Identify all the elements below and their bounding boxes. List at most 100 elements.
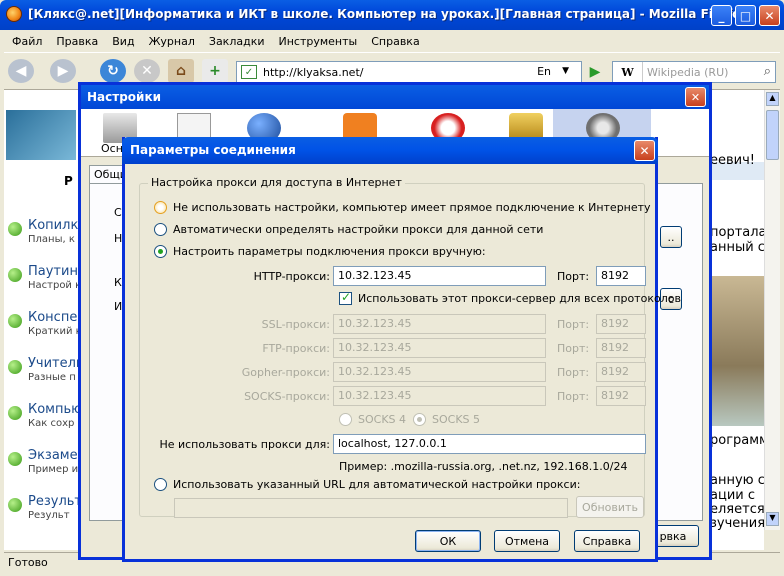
sidebar-item-title[interactable]: Паутинн xyxy=(28,264,80,279)
same-proxy-label[interactable]: Использовать этот прокси-сервер для всех… xyxy=(358,292,681,305)
radio-pac-url-label[interactable]: Использовать указанный URL для автоматич… xyxy=(173,478,580,491)
sidebar-item-sub: Как сохр информа xyxy=(28,418,80,429)
window-title: [Клякс@.net][Информатика и ИКТ в школе. … xyxy=(28,7,749,21)
ftp-port-input[interactable]: 8192 xyxy=(596,338,646,358)
radio-auto-detect[interactable]: Автоматически определять настройки прокс… xyxy=(154,223,543,236)
settings-title: Настройки xyxy=(81,85,709,109)
socks5-label[interactable]: SOCKS 5 xyxy=(432,413,480,426)
socks-proxy-label: SOCKS-прокси: xyxy=(244,390,330,403)
url-bar[interactable]: ✓ http://klyaksa.net/ En ▼ xyxy=(236,61,582,83)
gopher-port-input[interactable]: 8192 xyxy=(596,362,646,382)
radio-manual-proxy[interactable]: Настроить параметры подключения прокси в… xyxy=(154,245,486,258)
ftp-port-label: Порт: xyxy=(557,342,590,355)
menu-file[interactable]: Файл xyxy=(12,35,42,48)
menu-tools[interactable]: Инструменты xyxy=(279,35,358,48)
settings-close-button[interactable]: ✕ xyxy=(685,87,706,107)
search-engine-icon[interactable]: W xyxy=(613,62,643,82)
language-indicator[interactable]: En xyxy=(537,65,551,78)
help-button[interactable]: Справка xyxy=(574,530,640,552)
sidebar-item-title[interactable]: Компью xyxy=(28,402,80,417)
sidebar-item[interactable]: Результ голосов Результ xyxy=(4,492,80,538)
search-input[interactable]: Wikipedia (RU) xyxy=(643,66,728,79)
socks4-label[interactable]: SOCKS 4 xyxy=(358,413,406,426)
gopher-proxy-input[interactable]: 10.32.123.45 xyxy=(333,362,546,382)
sidebar-item[interactable]: Компью Как сохр информа xyxy=(4,400,80,446)
radio-button[interactable] xyxy=(154,201,167,214)
url-text: http://klyaksa.net/ xyxy=(263,65,364,79)
same-proxy-checkbox-row[interactable]: ✓ Использовать этот прокси-сервер для вс… xyxy=(339,290,681,305)
settings-fragment-button[interactable]: .. xyxy=(660,226,682,248)
page-scrollbar[interactable]: ▲ ▼ xyxy=(764,90,780,530)
new-tab-icon[interactable]: + xyxy=(202,59,228,83)
same-proxy-checkbox[interactable]: ✓ xyxy=(339,290,352,305)
http-proxy-input[interactable]: 10.32.123.45 xyxy=(333,266,546,286)
radio-button[interactable] xyxy=(154,245,167,258)
ssl-port-input[interactable]: 8192 xyxy=(596,314,646,334)
radio-button[interactable] xyxy=(339,413,352,426)
sidebar-item-title[interactable]: Конспек xyxy=(28,310,80,325)
sidebar-item-title[interactable]: Результ голосов xyxy=(28,494,80,509)
search-icon[interactable]: ⌕ xyxy=(764,64,771,79)
cancel-button[interactable]: Отмена xyxy=(494,530,560,552)
status-text: Готово xyxy=(8,556,48,569)
minimize-button[interactable]: _ xyxy=(711,5,732,26)
menu-bookmarks[interactable]: Закладки xyxy=(209,35,265,48)
home-icon[interactable]: ⌂ xyxy=(168,59,194,83)
sidebar-item[interactable]: Паутинн Настрой компьюте xyxy=(4,262,80,308)
http-port-label: Порт: xyxy=(557,270,590,283)
http-proxy-label: HTTP-прокси: xyxy=(253,270,330,283)
radio-no-proxy-label[interactable]: Не использовать настройки, компьютер име… xyxy=(173,201,651,214)
close-button[interactable]: ✕ xyxy=(759,5,780,26)
page-text-fragment: ации с xyxy=(710,488,755,503)
radio-button[interactable] xyxy=(154,223,167,236)
ftp-proxy-label: FTP-прокси: xyxy=(262,342,330,355)
back-icon[interactable]: ◀ xyxy=(8,59,34,83)
search-box[interactable]: W Wikipedia (RU) ⌕ xyxy=(612,61,776,83)
sidebar-item-title[interactable]: Учителн xyxy=(28,356,80,371)
forward-icon[interactable]: ▶ xyxy=(50,59,76,83)
socks-port-input[interactable]: 8192 xyxy=(596,386,646,406)
ssl-proxy-input[interactable]: 10.32.123.45 xyxy=(333,314,546,334)
radio-no-proxy[interactable]: Не использовать настройки, компьютер име… xyxy=(154,201,651,214)
scroll-down-icon[interactable]: ▼ xyxy=(766,512,779,526)
maximize-button[interactable]: □ xyxy=(735,5,756,26)
sidebar-item[interactable]: Конспек Краткий который xyxy=(4,308,80,354)
go-icon[interactable]: ▶ xyxy=(586,63,604,81)
menu-view[interactable]: Вид xyxy=(112,35,134,48)
bullet-icon xyxy=(8,314,22,328)
radio-button[interactable] xyxy=(413,413,426,426)
menu-edit[interactable]: Правка xyxy=(56,35,98,48)
connection-settings-dialog: Параметры соединения ✕ Настройка прокси … xyxy=(122,137,681,562)
scroll-up-icon[interactable]: ▲ xyxy=(766,92,779,106)
radio-socks4[interactable]: SOCKS 4 xyxy=(339,413,406,426)
radio-pac-url[interactable]: Использовать указанный URL для автоматич… xyxy=(154,478,580,491)
socks-proxy-input[interactable]: 10.32.123.45 xyxy=(333,386,546,406)
sidebar-item-title[interactable]: Экзамен xyxy=(28,448,80,463)
no-proxy-input[interactable]: localhost, 127.0.0.1 xyxy=(333,434,646,454)
bullet-icon xyxy=(8,360,22,374)
reload-pac-button[interactable]: Обновить xyxy=(576,496,644,518)
radio-socks5[interactable]: SOCKS 5 xyxy=(413,413,480,426)
stop-icon[interactable]: ✕ xyxy=(134,59,160,83)
connection-close-button[interactable]: ✕ xyxy=(634,140,655,161)
scroll-thumb[interactable] xyxy=(766,110,779,160)
radio-manual-proxy-label[interactable]: Настроить параметры подключения прокси в… xyxy=(173,245,486,258)
radio-button[interactable] xyxy=(154,478,167,491)
page-text-fragment: еевич! xyxy=(710,153,755,168)
reload-icon[interactable]: ↻ xyxy=(100,59,126,83)
ftp-proxy-input[interactable]: 10.32.123.45 xyxy=(333,338,546,358)
http-port-input[interactable]: 8192 xyxy=(596,266,646,286)
bullet-icon xyxy=(8,406,22,420)
sidebar-item-title[interactable]: Копилка xyxy=(28,218,80,233)
bullet-icon xyxy=(8,452,22,466)
sidebar-item[interactable]: Учителн Разные п инструкц xyxy=(4,354,80,400)
url-dropdown-icon[interactable]: ▼ xyxy=(562,66,569,76)
menu-history[interactable]: Журнал xyxy=(149,35,195,48)
ok-button[interactable]: ОК xyxy=(415,530,481,552)
menu-help[interactable]: Справка xyxy=(371,35,419,48)
pac-url-input[interactable] xyxy=(174,498,568,518)
firefox-app-icon xyxy=(6,6,22,22)
radio-auto-detect-label[interactable]: Автоматически определять настройки прокс… xyxy=(173,223,543,236)
sidebar-item[interactable]: Копилка Планы, к методиче материал xyxy=(4,216,80,262)
sidebar-item[interactable]: Экзамен Пример и ответы xyxy=(4,446,80,492)
